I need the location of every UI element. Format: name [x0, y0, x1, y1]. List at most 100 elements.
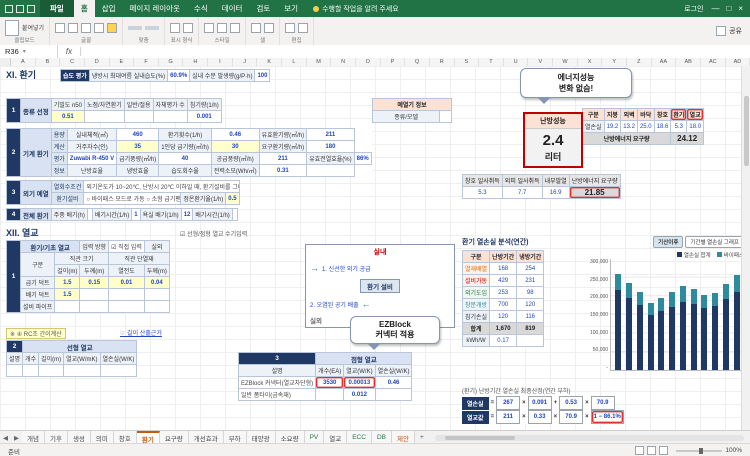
- toggle-cumulative[interactable]: 기산이후: [653, 236, 683, 248]
- table-cell[interactable]: 24.12: [671, 133, 704, 145]
- table-cell[interactable]: 용량: [51, 129, 67, 141]
- table-cell[interactable]: 난방기간: [490, 251, 517, 263]
- tab-home[interactable]: 홈: [74, 0, 95, 17]
- table-cell[interactable]: 30: [211, 141, 259, 153]
- table-cell[interactable]: 0.51: [51, 111, 84, 123]
- name-box-dropdown-icon[interactable]: ▾: [23, 48, 26, 55]
- table-cell[interactable]: 점형 열교: [316, 353, 412, 365]
- percent-icon[interactable]: [170, 23, 180, 33]
- redo-icon[interactable]: [27, 5, 35, 13]
- table-cell[interactable]: 211: [259, 153, 307, 165]
- table-cell[interactable]: [124, 111, 153, 123]
- paste-label[interactable]: 붙여넣기: [22, 23, 44, 32]
- table-cell[interactable]: 21.85: [569, 187, 620, 199]
- table-cell[interactable]: 429: [490, 275, 517, 287]
- table-cell[interactable]: [23, 365, 39, 377]
- tab-formulas[interactable]: 수식: [187, 0, 215, 17]
- table-cell[interactable]: 0.091: [528, 397, 551, 410]
- column-header[interactable]: Q: [405, 58, 430, 66]
- table-cell[interactable]: 3: [239, 353, 316, 365]
- table-cell[interactable]: 설비가동: [463, 275, 490, 287]
- table-cell[interactable]: 외기도입: [463, 287, 490, 299]
- table-cell[interactable]: 환기횟수(1/h): [159, 129, 212, 141]
- cell-styles-icon[interactable]: [217, 23, 227, 33]
- table-cell[interactable]: Zuwabi R-450 V: [67, 153, 116, 165]
- minimize-button[interactable]: —: [711, 4, 719, 13]
- table-cell[interactable]: 급기 덕트: [21, 277, 55, 289]
- table-cell[interactable]: 창문개방: [463, 299, 490, 311]
- table-cell[interactable]: 배기시간(1/h): [92, 209, 131, 221]
- table-cell[interactable]: 460: [117, 129, 159, 141]
- table-cell[interactable]: 1 − 86.1%: [591, 411, 623, 424]
- table-cell[interactable]: 1.5: [55, 289, 80, 301]
- sort-filter-icon[interactable]: [298, 23, 308, 33]
- table-cell[interactable]: 배기시간(1/h): [193, 209, 232, 221]
- table-cell[interactable]: 3: [7, 181, 21, 205]
- table-cell[interactable]: [100, 365, 137, 377]
- table-cell[interactable]: 일반/절용: [124, 99, 153, 111]
- table-cell[interactable]: 선형 열교: [23, 341, 137, 353]
- vertical-scrollbar-thumb[interactable]: [744, 96, 749, 166]
- undo-icon[interactable]: [16, 5, 24, 13]
- zoom-slider-knob[interactable]: [699, 448, 703, 454]
- tab-view[interactable]: 보기: [277, 0, 305, 17]
- table-cell[interactable]: 5.3: [463, 187, 503, 199]
- zoom-percentage[interactable]: 100%: [725, 447, 742, 454]
- table-cell[interactable]: kWh/W: [463, 335, 490, 347]
- table-cell[interactable]: 열전도: [109, 265, 145, 277]
- comma-icon[interactable]: [183, 23, 193, 33]
- column-header[interactable]: X: [578, 58, 603, 66]
- table-cell[interactable]: ×: [520, 397, 529, 410]
- table-cell[interactable]: 창호 일사취득: [463, 175, 503, 187]
- table-cell[interactable]: [517, 335, 544, 347]
- table-cell[interactable]: 0.46: [375, 377, 412, 389]
- table-cell[interactable]: 전체 환기: [21, 209, 52, 221]
- table-cell[interactable]: 난방효율: [67, 165, 116, 177]
- table-cell[interactable]: 구분: [463, 251, 490, 263]
- table-cell[interactable]: [375, 389, 412, 401]
- table-cell[interactable]: ×: [520, 411, 529, 424]
- underline-icon[interactable]: [81, 23, 91, 33]
- table-cell[interactable]: [109, 289, 145, 301]
- table-cell[interactable]: 70.9: [591, 397, 614, 410]
- table-cell[interactable]: 두께(m): [80, 265, 109, 277]
- table-cell[interactable]: ☑ 직접 입력: [109, 241, 145, 253]
- page-layout-view-icon[interactable]: [647, 446, 656, 455]
- table-cell[interactable]: 내부발열: [542, 175, 569, 187]
- table-cell[interactable]: 120: [517, 299, 544, 311]
- table-cell[interactable]: 환기/기초 열교: [21, 241, 80, 253]
- table-cell[interactable]: +: [551, 397, 560, 410]
- table-cell[interactable]: =: [489, 411, 497, 424]
- table-cell[interactable]: [80, 301, 109, 313]
- table-cell[interactable]: 0.5: [226, 193, 239, 205]
- table-cell[interactable]: 열회수조건: [51, 181, 84, 193]
- table-cell[interactable]: 0.001: [187, 111, 221, 123]
- column-header[interactable]: K: [257, 58, 282, 66]
- table-cell[interactable]: 직관 크기: [55, 253, 109, 265]
- table-cell[interactable]: 종류/모델: [373, 111, 440, 123]
- insert-function-icon[interactable]: fx: [58, 47, 81, 56]
- column-header[interactable]: AD: [726, 58, 750, 66]
- horizontal-scrollbar-thumb[interactable]: [445, 436, 515, 440]
- column-header[interactable]: AB: [676, 58, 701, 66]
- table-cell[interactable]: 종류 선정: [21, 99, 52, 123]
- table-cell[interactable]: [109, 301, 145, 313]
- table-cell[interactable]: 냉방시 최대여름 실내습도(%): [89, 70, 167, 82]
- table-cell[interactable]: [307, 165, 354, 177]
- table-cell[interactable]: [39, 365, 64, 377]
- table-cell[interactable]: 실외: [144, 241, 169, 253]
- table-cell[interactable]: 180: [307, 141, 354, 153]
- table-cell[interactable]: 211: [497, 411, 520, 424]
- file-tab[interactable]: 파일: [40, 0, 74, 17]
- column-header[interactable]: D: [85, 58, 110, 66]
- tab-insert[interactable]: 삽입: [95, 0, 123, 17]
- insert-cells-icon[interactable]: [251, 23, 261, 33]
- column-header[interactable]: AC: [701, 58, 726, 66]
- table-cell[interactable]: 3530: [316, 377, 344, 389]
- table-cell[interactable]: 실내 수분 발생량(g/P·h): [190, 70, 255, 82]
- table-cell[interactable]: 25.0: [637, 121, 654, 133]
- table-cell[interactable]: 0.46: [211, 129, 259, 141]
- table-cell[interactable]: 13.2: [621, 121, 638, 133]
- paste-icon[interactable]: [5, 20, 19, 36]
- page-break-view-icon[interactable]: [659, 446, 668, 455]
